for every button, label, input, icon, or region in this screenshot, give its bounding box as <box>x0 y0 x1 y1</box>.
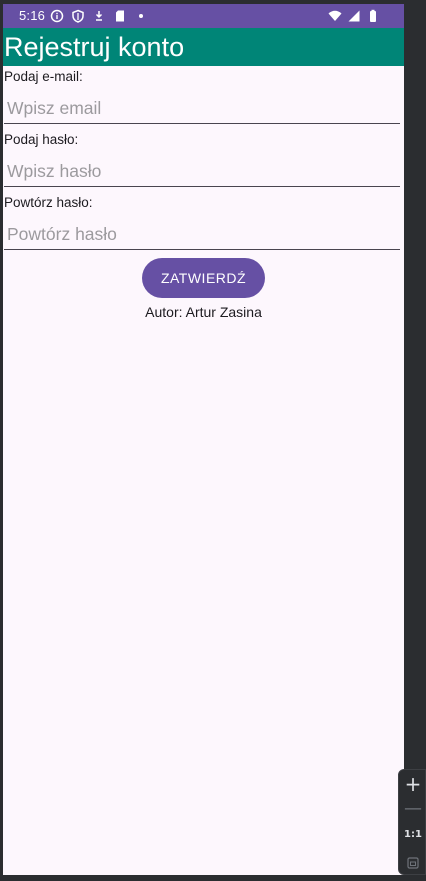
wifi-icon <box>328 9 342 23</box>
repeat-password-field[interactable] <box>4 220 400 250</box>
page-title: Rejestruj konto <box>4 32 185 62</box>
fit-screen-button[interactable] <box>399 854 426 870</box>
status-bar: 5:16 <box>3 4 404 28</box>
password-label: Podaj hasło: <box>4 132 79 147</box>
status-time: 5:16 <box>19 8 46 23</box>
zoom-out-button[interactable]: — <box>399 798 426 820</box>
repeat-password-label: Powtórz hasło: <box>4 195 93 210</box>
signal-icon <box>347 9 361 23</box>
sd-card-icon <box>113 9 127 23</box>
emulator-screen: 5:16 Rejestruj konto Podaj e-mail: Wpisz… <box>3 4 404 875</box>
status-notification-icons <box>50 9 148 23</box>
download-icon <box>92 9 106 23</box>
author-text: Autor: Artur Zasina <box>145 304 262 320</box>
dot-icon <box>134 9 148 23</box>
password-field[interactable] <box>4 157 400 187</box>
info-icon <box>50 9 64 23</box>
zoom-in-button[interactable]: + <box>399 772 426 796</box>
battery-icon <box>366 9 380 23</box>
emulator-zoom-panel: + — 1:1 <box>398 769 426 875</box>
status-system-icons <box>328 9 380 23</box>
app-bar: Rejestruj konto <box>3 28 404 66</box>
fit-screen-icon <box>407 854 419 873</box>
shield-icon <box>71 9 85 23</box>
email-label: Podaj e-mail: <box>4 69 83 84</box>
actual-size-button[interactable]: 1:1 <box>399 828 426 842</box>
email-field[interactable] <box>4 94 400 124</box>
submit-button[interactable]: ZATWIERDŹ <box>142 258 265 298</box>
